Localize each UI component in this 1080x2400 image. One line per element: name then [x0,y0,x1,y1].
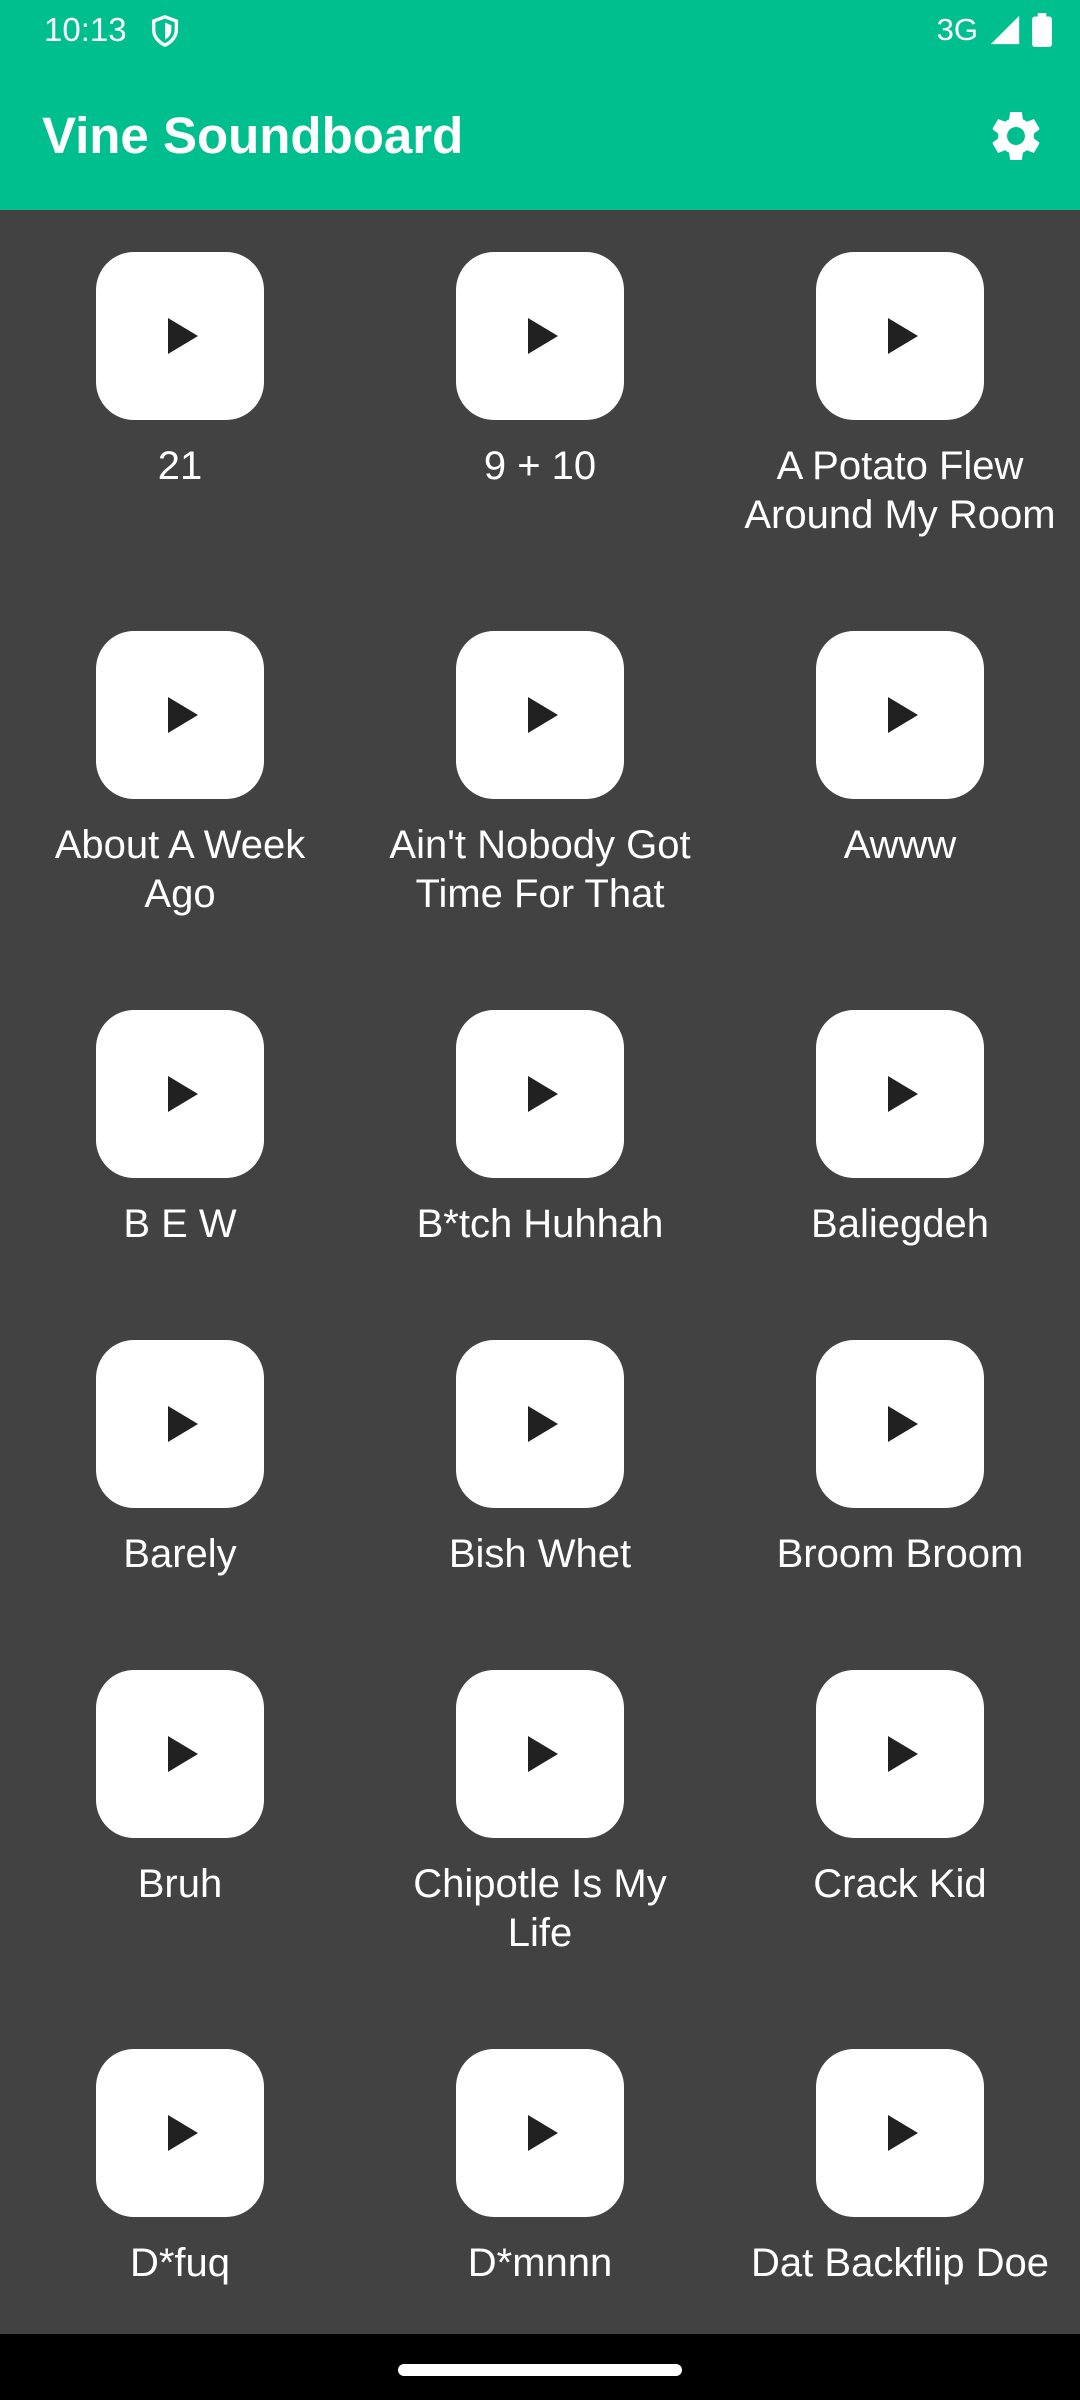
sound-item[interactable]: B*tch Huhhah [360,968,720,1308]
sound-label: About A Week Ago [54,823,306,916]
sound-label: Baliegdeh [811,1202,989,1246]
home-handle[interactable] [398,2364,682,2376]
sound-item[interactable]: Crack Kid [720,1628,1080,1968]
sound-item[interactable]: 9 + 10 [360,210,720,550]
sound-label: D*mnnn [467,2241,613,2285]
play-icon [888,318,918,354]
play-icon [168,1406,198,1442]
sound-label: 21 [157,444,203,488]
status-bar: 10:13 3G [0,0,1080,60]
battery-icon [1032,13,1052,47]
sound-label: Chipotle Is My Life [413,1862,667,1955]
play-icon [888,1076,918,1112]
play-icon [528,697,558,733]
status-indicators: 3G [937,10,1052,50]
sound-item[interactable]: About A Week Ago [0,589,360,929]
play-button[interactable] [96,1670,264,1838]
sound-label: D*fuq [129,2241,231,2285]
sound-item[interactable]: Barely [0,1298,360,1638]
play-button[interactable] [816,2049,984,2217]
status-time: 10:13 [44,11,127,48]
sound-item[interactable]: Bish Whet [360,1298,720,1638]
play-icon [888,697,918,733]
sound-grid[interactable]: 21 9 + 10 A Potato Flew Around My Room Abou… [0,210,1080,2334]
sound-label: 9 + 10 [483,444,597,488]
sound-item[interactable]: 21 [0,210,360,550]
gear-icon[interactable] [986,106,1046,166]
play-button[interactable] [456,1340,624,1508]
sound-label: Dat Backflip Doe [751,2241,1049,2285]
sound-item[interactable]: Awww [720,589,1080,929]
play-icon [528,2115,558,2151]
sound-label: A Potato Flew Around My Room [744,444,1056,537]
play-icon [168,697,198,733]
play-button[interactable] [96,252,264,420]
app-title: Vine Soundboard [42,107,464,164]
sound-item[interactable]: Bruh [0,1628,360,1968]
play-button[interactable] [456,1010,624,1178]
play-button[interactable] [96,2049,264,2217]
play-button[interactable] [96,631,264,799]
sound-label: Crack Kid [813,1862,987,1906]
play-icon [168,2115,198,2151]
navigation-bar [0,2334,1080,2400]
shield-icon [151,15,179,48]
signal-icon [990,15,1020,45]
sound-item[interactable]: Dat Backflip Doe [720,2007,1080,2334]
sound-item[interactable]: A Potato Flew Around My Room [720,210,1080,550]
play-icon [528,1736,558,1772]
sound-item[interactable]: Ain't Nobody Got Time For That [360,589,720,929]
play-button[interactable] [816,1010,984,1178]
play-button[interactable] [816,1670,984,1838]
sound-label: Awww [843,823,957,867]
sound-label: Ain't Nobody Got Time For That [389,823,691,916]
play-button[interactable] [456,631,624,799]
app-bar: Vine Soundboard [0,60,1080,210]
play-icon [888,1406,918,1442]
sound-label: Bish Whet [448,1532,632,1576]
play-icon [888,2115,918,2151]
sound-label: Barely [123,1532,237,1576]
sound-label: B*tch Huhhah [416,1202,664,1246]
sound-item[interactable]: Baliegdeh [720,968,1080,1308]
sound-item[interactable]: B E W [0,968,360,1308]
sound-item[interactable]: Chipotle Is My Life [360,1628,720,1968]
play-button[interactable] [816,631,984,799]
sound-item[interactable]: D*mnnn [360,2007,720,2334]
play-icon [168,1076,198,1112]
sound-item[interactable]: Broom Broom [720,1298,1080,1638]
play-icon [888,1736,918,1772]
play-icon [168,1736,198,1772]
play-button[interactable] [816,1340,984,1508]
play-icon [528,1076,558,1112]
sound-item[interactable]: D*fuq [0,2007,360,2334]
play-icon [528,1406,558,1442]
sound-label: Broom Broom [776,1532,1024,1576]
network-type: 3G [936,12,978,47]
play-button[interactable] [456,252,624,420]
play-button[interactable] [456,1670,624,1838]
sound-label: Bruh [137,1862,223,1906]
play-button[interactable] [456,2049,624,2217]
sound-label: B E W [123,1202,237,1246]
play-button[interactable] [816,252,984,420]
play-button[interactable] [96,1340,264,1508]
play-button[interactable] [96,1010,264,1178]
play-icon [168,318,198,354]
play-icon [528,318,558,354]
